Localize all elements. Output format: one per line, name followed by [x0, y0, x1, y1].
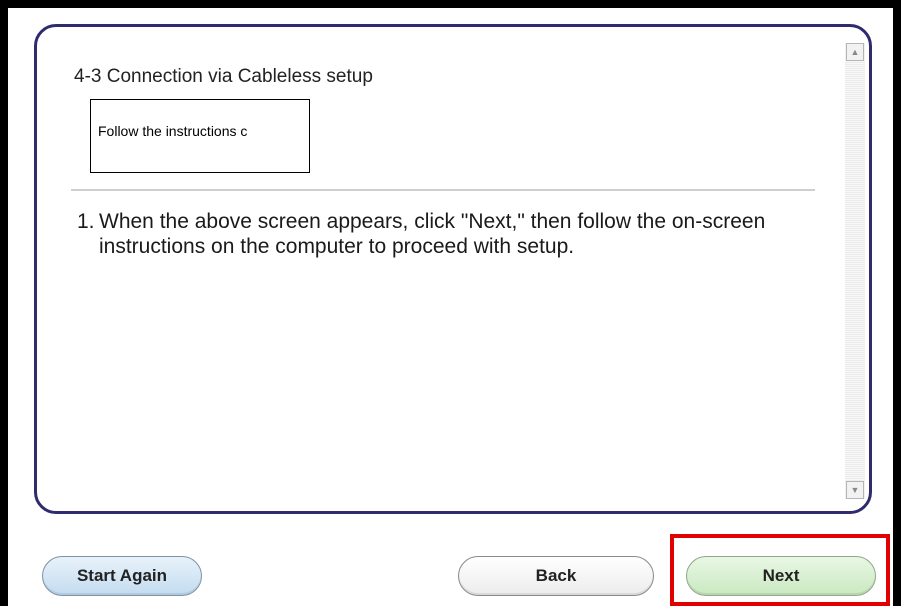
inner-screen-preview: Follow the instructions c [90, 99, 310, 173]
next-button-highlight [670, 534, 890, 606]
scroll-up-arrow-icon[interactable]: ▲ [846, 43, 864, 61]
instruction-panel: 4-3 Connection via Cableless setup Follo… [34, 24, 872, 514]
step-number: 1. [77, 210, 95, 233]
step-item: 1. When the above screen appears, click … [77, 209, 817, 259]
vertical-scrollbar[interactable]: ▲ ▼ [845, 43, 865, 499]
step-text: When the above screen appears, click "Ne… [99, 210, 766, 258]
section-title: 4-3 Connection via Cableless setup [74, 66, 373, 87]
inner-screen-text: Follow the instructions c [98, 123, 248, 139]
scroll-down-arrow-icon[interactable]: ▼ [846, 481, 864, 499]
divider [71, 189, 815, 191]
start-again-button[interactable]: Start Again [42, 556, 202, 596]
back-button[interactable]: Back [458, 556, 654, 596]
instruction-content: 4-3 Connection via Cableless setup Follo… [37, 27, 845, 511]
